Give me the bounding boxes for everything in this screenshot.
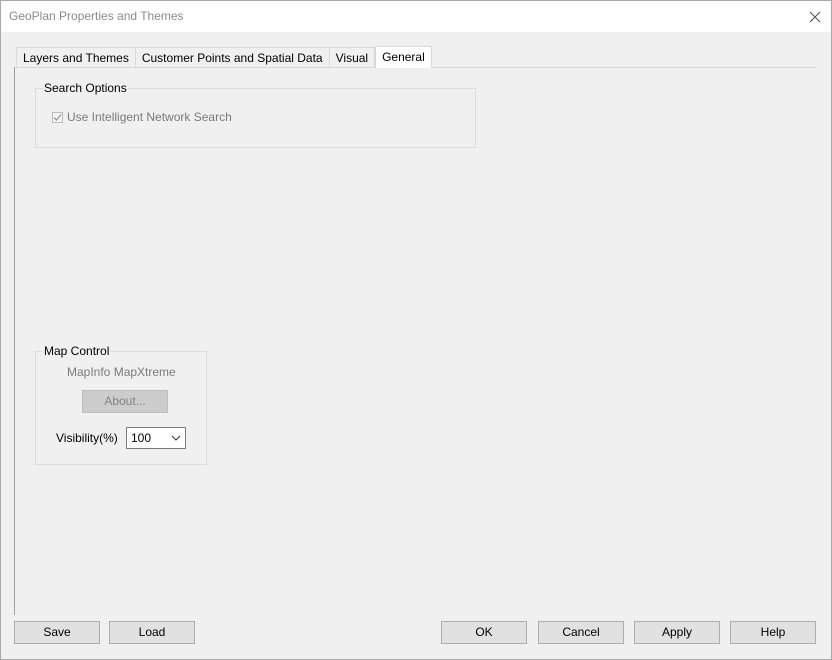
- apply-button[interactable]: Apply: [634, 621, 720, 644]
- tab-layers-and-themes[interactable]: Layers and Themes: [16, 47, 136, 68]
- visibility-label: Visibility(%): [56, 431, 118, 445]
- tab-general[interactable]: General: [375, 46, 432, 68]
- intelligent-search-label: Use Intelligent Network Search: [67, 110, 232, 124]
- about-button[interactable]: About...: [82, 390, 168, 413]
- window-title: GeoPlan Properties and Themes: [9, 9, 184, 23]
- title-bar[interactable]: GeoPlan Properties and Themes: [1, 1, 831, 32]
- save-button[interactable]: Save: [14, 621, 100, 644]
- tab-customer-points-and-spatial-data[interactable]: Customer Points and Spatial Data: [135, 47, 330, 68]
- ok-button[interactable]: OK: [441, 621, 527, 644]
- intelligent-search-option[interactable]: Use Intelligent Network Search: [52, 110, 232, 124]
- close-icon: [809, 11, 821, 22]
- panel-left-border: [14, 67, 15, 615]
- load-button[interactable]: Load: [109, 621, 195, 644]
- visibility-value: 100: [131, 431, 152, 445]
- intelligent-search-checkbox[interactable]: [52, 111, 63, 123]
- cancel-button[interactable]: Cancel: [538, 621, 624, 644]
- dialog-window: GeoPlan Properties and Themes Layers and…: [0, 0, 832, 660]
- check-icon: [53, 113, 62, 121]
- map-product-name: MapInfo MapXtreme: [67, 365, 176, 379]
- help-button[interactable]: Help: [730, 621, 816, 644]
- tab-visual[interactable]: Visual: [329, 47, 376, 68]
- map-control-title: Map Control: [43, 344, 111, 358]
- chevron-down-icon: [171, 435, 181, 441]
- close-button[interactable]: [799, 1, 831, 32]
- search-options-title: Search Options: [43, 81, 128, 95]
- visibility-select[interactable]: 100: [126, 427, 186, 449]
- tab-strip: Layers and Themes Customer Points and Sp…: [16, 46, 432, 68]
- search-options-group: Search Options Use Intelligent Network S…: [35, 81, 476, 148]
- map-control-group: Map Control MapInfo MapXtreme About... V…: [35, 344, 207, 465]
